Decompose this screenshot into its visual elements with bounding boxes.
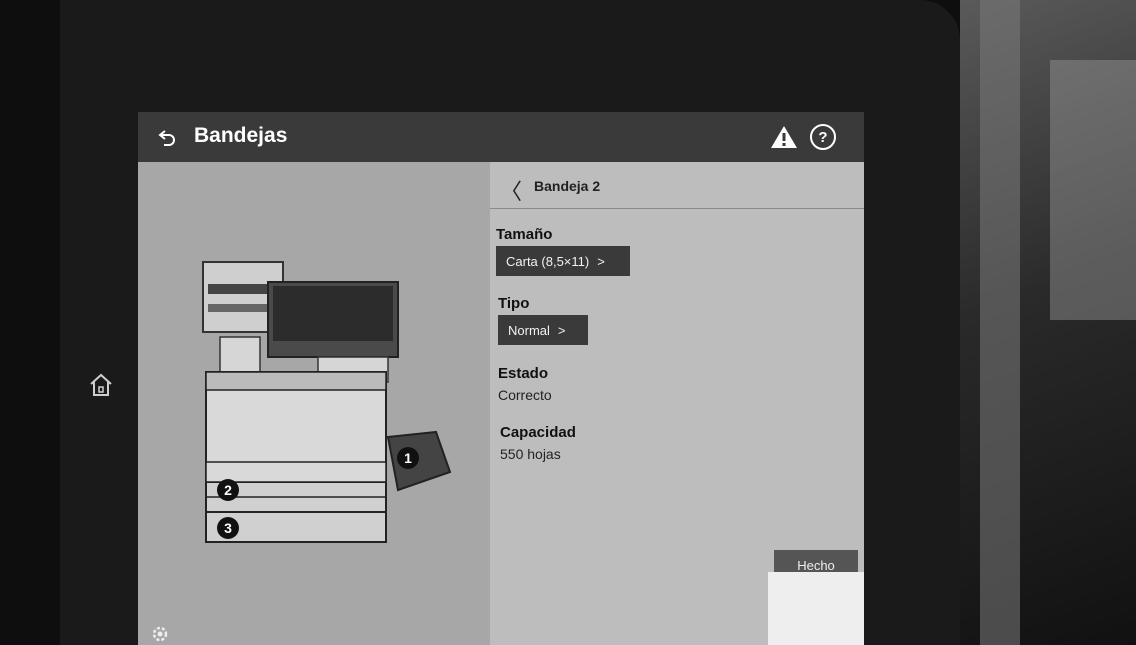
size-selector[interactable]: Carta (8,5×11) > [496, 246, 630, 276]
tray-detail-header: 〈 Bandeja 2 [490, 162, 864, 209]
printer-illustration-pane: 1 2 3 [138, 162, 490, 645]
background-object [980, 0, 1020, 645]
warning-icon[interactable] [770, 124, 798, 150]
tray-badge-2[interactable]: 2 [224, 482, 232, 498]
type-value: Normal [508, 322, 550, 338]
chevron-right-icon: > [597, 253, 605, 269]
touch-screen: Bandejas ? 1 2 3 〈 Bandeja 2 Tamaño Cart… [138, 112, 864, 645]
chevron-left-icon[interactable]: 〈 [500, 174, 522, 206]
type-selector[interactable]: Normal > [498, 315, 588, 345]
home-icon [90, 373, 112, 396]
printer-illustration: 1 2 [202, 261, 452, 512]
size-label: Tamaño [496, 226, 553, 243]
page-title: Bandejas [194, 124, 288, 147]
tray-badge-3[interactable]: 3 [224, 520, 232, 536]
back-arrow-icon[interactable] [156, 126, 178, 148]
screen-glare [768, 572, 864, 645]
capacity-label: Capacidad [500, 424, 576, 441]
background-scene [960, 0, 1136, 645]
capacity-value: 550 hojas [500, 446, 561, 462]
tray-title: Bandeja 2 [534, 178, 601, 194]
background-object [1050, 60, 1136, 320]
type-label: Tipo [498, 295, 530, 312]
status-value: Correcto [498, 387, 552, 403]
tray-badge-1[interactable]: 1 [404, 450, 412, 466]
settings-icon[interactable] [150, 624, 170, 644]
help-icon[interactable]: ? [810, 124, 836, 150]
chevron-right-icon: > [557, 322, 566, 338]
size-value: Carta (8,5×11) [506, 253, 590, 269]
lower-tray: 3 [205, 511, 387, 543]
header-bar: Bandejas ? [138, 112, 864, 162]
home-button[interactable] [88, 372, 114, 398]
status-label: Estado [498, 365, 549, 382]
